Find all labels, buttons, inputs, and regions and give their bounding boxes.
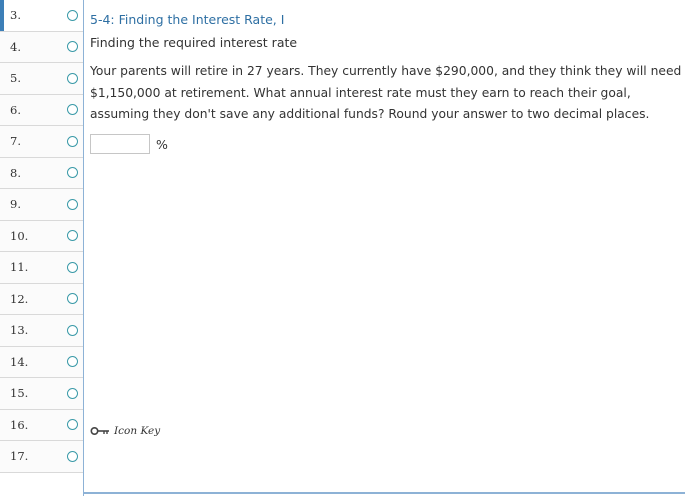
status-circle-icon — [67, 450, 78, 462]
navigator-divider — [83, 0, 84, 496]
content-bottom-border — [84, 492, 685, 494]
nav-item-9[interactable]: 9. — [0, 189, 84, 221]
nav-item-4[interactable]: 4. — [0, 31, 84, 63]
nav-item-number: 15. — [10, 386, 29, 400]
nav-item-number: 5. — [10, 71, 21, 85]
icon-key-label: Icon Key — [114, 425, 161, 437]
status-circle-icon — [67, 356, 78, 367]
nav-item-3[interactable]: 3. — [0, 0, 84, 32]
nav-item-14[interactable]: 14. — [0, 346, 84, 378]
status-circle-icon — [67, 419, 78, 430]
question-navigator: 3. 4. 5. 6. 7. 8. 9. 10. 11. 12. 13. 14.… — [0, 0, 84, 499]
nav-item-5[interactable]: 5. — [0, 63, 84, 95]
status-circle-icon — [67, 324, 78, 336]
nav-item-11[interactable]: 11. — [0, 252, 84, 284]
nav-item-number: 6. — [10, 102, 21, 117]
nav-item-13[interactable]: 13. — [0, 315, 84, 347]
percent-unit-label: % — [156, 137, 168, 152]
nav-item-number: 4. — [10, 39, 21, 54]
nav-item-number: 8. — [10, 165, 21, 180]
nav-item-number: 17. — [10, 449, 29, 463]
nav-item-10[interactable]: 10. — [0, 220, 84, 252]
nav-item-17[interactable]: 17. — [0, 441, 84, 473]
nav-item-15[interactable]: 15. — [0, 378, 84, 410]
icon-key-link[interactable]: Icon Key — [90, 425, 160, 437]
nav-item-number: 13. — [10, 323, 29, 337]
status-circle-icon — [67, 135, 78, 147]
status-circle-icon — [67, 198, 78, 210]
nav-item-number: 9. — [10, 197, 21, 211]
nav-item-12[interactable]: 12. — [0, 283, 84, 315]
nav-item-number: 16. — [10, 417, 29, 432]
nav-item-number: 7. — [10, 134, 21, 148]
status-circle-icon — [67, 293, 78, 304]
status-circle-icon — [67, 9, 78, 21]
nav-item-7[interactable]: 7. — [0, 126, 84, 158]
status-circle-icon — [67, 387, 78, 399]
status-circle-icon — [67, 167, 78, 178]
status-circle-icon — [67, 261, 78, 273]
key-icon — [90, 426, 110, 436]
nav-item-6[interactable]: 6. — [0, 94, 84, 126]
nav-item-number: 12. — [10, 291, 29, 306]
question-text: Your parents will retire in 27 years. Th… — [90, 64, 682, 121]
nav-item-number: 14. — [10, 354, 29, 369]
status-circle-icon — [67, 41, 78, 52]
status-circle-icon — [67, 104, 78, 115]
nav-item-16[interactable]: 16. — [0, 409, 84, 441]
question-subtitle: Finding the required interest rate — [90, 35, 298, 50]
status-circle-icon — [67, 230, 78, 241]
nav-item-number: 3. — [10, 8, 21, 22]
nav-item-number: 11. — [10, 260, 29, 274]
answer-input[interactable] — [90, 134, 150, 154]
status-circle-icon — [67, 72, 78, 84]
question-title: 5-4: Finding the Interest Rate, I — [90, 12, 285, 27]
nav-item-number: 10. — [10, 228, 29, 243]
nav-item-8[interactable]: 8. — [0, 157, 84, 189]
